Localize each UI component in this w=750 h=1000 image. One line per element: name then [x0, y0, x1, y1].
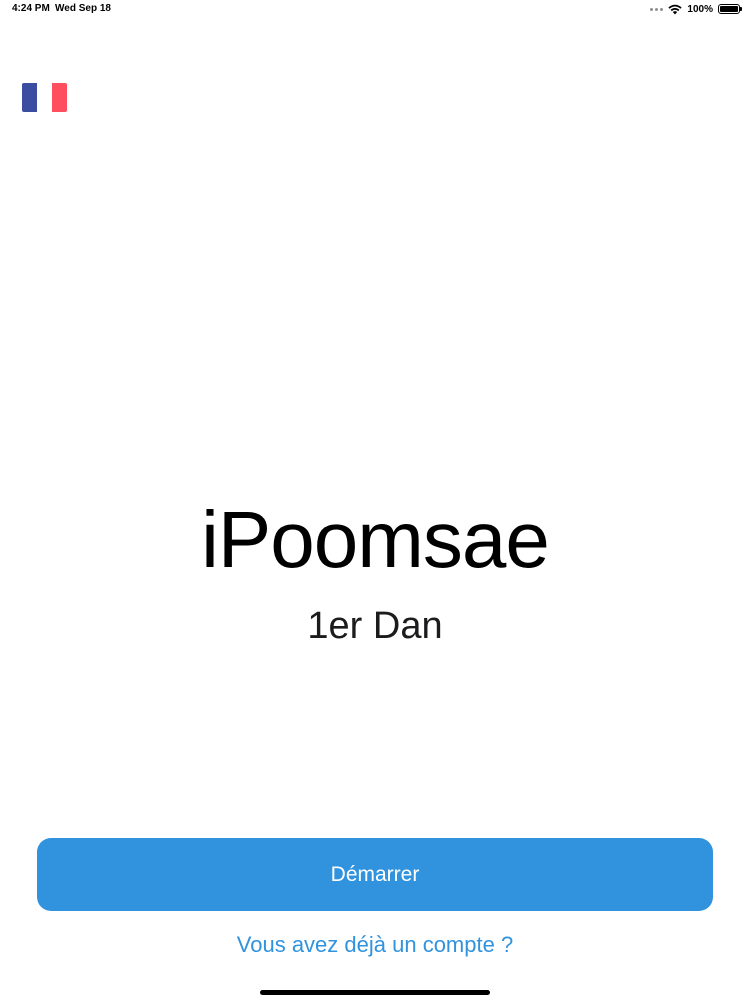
app-subtitle: 1er Dan [307, 605, 443, 647]
france-flag-icon[interactable] [22, 83, 67, 112]
battery-percentage: 100% [687, 3, 713, 15]
flag-band-blue [22, 83, 37, 112]
multitask-dots-icon [650, 7, 664, 11]
app-title: iPoomsae [201, 495, 550, 584]
flag-band-white [37, 83, 52, 112]
status-bar: 4:24 PM Wed Sep 18 100% [0, 0, 750, 18]
wifi-icon [668, 4, 683, 14]
flag-band-red [52, 83, 67, 112]
existing-account-link[interactable]: Vous avez déjà un compte ? [0, 932, 750, 958]
status-time: 4:24 PM [12, 3, 50, 14]
start-button[interactable]: Démarrer [37, 838, 713, 911]
home-indicator[interactable] [260, 990, 490, 995]
status-date: Wed Sep 18 [55, 3, 111, 14]
status-indicators: 100% [650, 2, 742, 16]
app-screen: 4:24 PM Wed Sep 18 100% iPoomsae 1er Dan… [0, 0, 750, 1000]
battery-icon [718, 4, 742, 14]
